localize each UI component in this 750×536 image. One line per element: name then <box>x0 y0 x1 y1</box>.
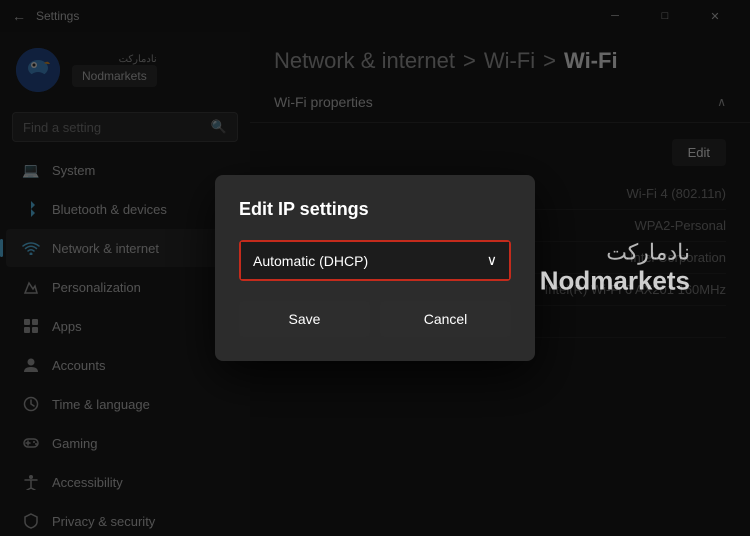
dialog-title: Edit IP settings <box>239 199 511 220</box>
dialog-buttons: Save Cancel <box>239 301 511 337</box>
ip-type-dropdown[interactable]: Automatic (DHCP) ∨ <box>241 242 509 279</box>
save-button[interactable]: Save <box>239 301 370 337</box>
edit-ip-dialog: Edit IP settings Automatic (DHCP) ∨ Save… <box>215 175 535 361</box>
dropdown-value: Automatic (DHCP) <box>253 253 368 269</box>
modal-overlay: Edit IP settings Automatic (DHCP) ∨ Save… <box>0 0 750 536</box>
dropdown-wrapper: Automatic (DHCP) ∨ <box>239 240 511 281</box>
cancel-button[interactable]: Cancel <box>380 301 511 337</box>
chevron-down-icon: ∨ <box>487 252 497 269</box>
